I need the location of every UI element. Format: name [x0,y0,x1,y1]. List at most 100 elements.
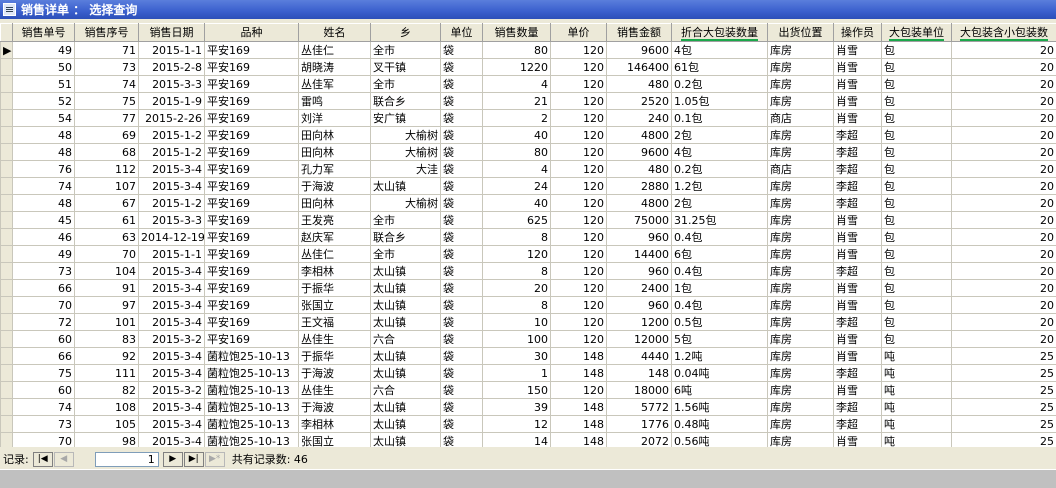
table-cell[interactable]: 2015-3-2 [139,331,205,348]
table-cell[interactable]: 4440 [607,348,672,365]
table-cell[interactable]: 库房 [768,127,834,144]
table-cell[interactable]: 吨 [882,416,952,433]
table-cell[interactable]: 包 [882,144,952,161]
column-header[interactable]: 乡 [371,24,441,42]
table-cell[interactable]: 148 [551,348,607,365]
table-cell[interactable]: 包 [882,263,952,280]
table-cell[interactable]: 太山镇 [371,263,441,280]
table-cell[interactable]: 包 [882,314,952,331]
table-cell[interactable]: 69 [75,127,139,144]
table-cell[interactable]: 74 [13,178,75,195]
table-cell[interactable]: 田向林 [299,144,371,161]
table-cell[interactable]: 625 [483,212,551,229]
table-row[interactable]: 52752015-1-9平安169雷鸣联合乡袋2112025201.05包库房肖… [1,93,1056,110]
table-cell[interactable]: 20 [952,297,1056,314]
table-cell[interactable]: 9600 [607,42,672,59]
table-cell[interactable]: 0.04吨 [672,365,768,382]
record-selector[interactable] [1,263,13,280]
table-cell[interactable]: 包 [882,59,952,76]
table-row[interactable]: 741072015-3-4平安169于海波太山镇袋2412028801.2包库房… [1,178,1056,195]
table-cell[interactable]: 480 [607,76,672,93]
table-cell[interactable]: 2015-1-1 [139,246,205,263]
table-cell[interactable]: 111 [75,365,139,382]
table-cell[interactable]: 联合乡 [371,229,441,246]
table-cell[interactable]: 李相林 [299,263,371,280]
table-cell[interactable]: 大榆树 [371,195,441,212]
table-cell[interactable]: 丛佳仁 [299,246,371,263]
table-cell[interactable]: 1220 [483,59,551,76]
table-row[interactable]: 731052015-3-4菌粒饱25-10-13李相林太山镇袋121481776… [1,416,1056,433]
last-record-icon[interactable]: ▶| [184,452,204,467]
table-cell[interactable]: 吨 [882,348,952,365]
table-cell[interactable]: 60 [13,382,75,399]
column-header[interactable]: 大包装含小包装数 [952,24,1056,42]
table-cell[interactable]: 库房 [768,416,834,433]
first-record-icon[interactable]: |◀ [33,452,53,467]
table-cell[interactable]: 70 [13,433,75,448]
table-cell[interactable]: 李超 [834,127,882,144]
record-selector[interactable] [1,144,13,161]
table-cell[interactable]: 10 [483,314,551,331]
table-cell[interactable]: 20 [952,144,1056,161]
record-selector[interactable] [1,382,13,399]
table-cell[interactable]: 六合 [371,382,441,399]
table-cell[interactable]: 于振华 [299,348,371,365]
table-cell[interactable]: 60 [13,331,75,348]
record-selector[interactable] [1,110,13,127]
table-cell[interactable]: 18000 [607,382,672,399]
table-cell[interactable]: 120 [551,178,607,195]
table-cell[interactable]: 20 [952,246,1056,263]
table-cell[interactable]: 48 [13,144,75,161]
table-cell[interactable]: 70 [13,297,75,314]
table-cell[interactable]: 太山镇 [371,433,441,448]
current-record-field[interactable]: 1 [95,452,159,467]
table-cell[interactable]: 2015-3-4 [139,365,205,382]
table-cell[interactable]: 丛佳军 [299,76,371,93]
table-cell[interactable]: 王文福 [299,314,371,331]
table-cell[interactable]: 2520 [607,93,672,110]
table-row[interactable]: 761122015-3-4平安169孔力军大洼袋41204800.2包商店李超包… [1,161,1056,178]
table-cell[interactable]: 101 [75,314,139,331]
table-cell[interactable]: 李超 [834,365,882,382]
table-cell[interactable]: 40 [483,127,551,144]
table-cell[interactable]: 2015-3-4 [139,178,205,195]
record-selector[interactable] [1,178,13,195]
table-cell[interactable]: 大洼 [371,161,441,178]
table-row[interactable]: 46632014-12-19平安169赵庆军联合乡袋81209600.4包库房肖… [1,229,1056,246]
table-cell[interactable]: 80 [483,42,551,59]
table-cell[interactable]: 肖雪 [834,297,882,314]
table-cell[interactable]: 73 [13,416,75,433]
table-cell[interactable]: 张国立 [299,297,371,314]
table-cell[interactable]: 平安169 [205,110,299,127]
table-cell[interactable]: 120 [483,246,551,263]
record-selector[interactable] [1,314,13,331]
table-cell[interactable]: 2015-3-4 [139,314,205,331]
table-cell[interactable]: 74 [75,76,139,93]
table-cell[interactable]: 肖雪 [834,382,882,399]
record-selector[interactable] [1,212,13,229]
new-record-icon[interactable]: ▶* [205,452,225,467]
table-cell[interactable]: 120 [551,59,607,76]
table-cell[interactable]: 孔力军 [299,161,371,178]
table-cell[interactable]: 库房 [768,178,834,195]
table-cell[interactable]: 包 [882,110,952,127]
table-cell[interactable]: 平安169 [205,42,299,59]
current-record-indicator[interactable]: ▶ [1,42,13,59]
table-cell[interactable]: 赵庆军 [299,229,371,246]
table-cell[interactable]: 960 [607,297,672,314]
table-cell[interactable]: 平安169 [205,59,299,76]
table-cell[interactable]: 25 [952,416,1056,433]
table-cell[interactable]: 14 [483,433,551,448]
table-cell[interactable]: 库房 [768,195,834,212]
table-cell[interactable]: 袋 [441,127,483,144]
table-cell[interactable]: 2014-12-19 [139,229,205,246]
table-cell[interactable]: 大榆树 [371,127,441,144]
table-cell[interactable]: 2015-1-2 [139,195,205,212]
table-cell[interactable]: 库房 [768,263,834,280]
table-cell[interactable]: 袋 [441,161,483,178]
table-cell[interactable]: 包 [882,331,952,348]
table-cell[interactable]: 148 [551,399,607,416]
table-cell[interactable]: 2400 [607,280,672,297]
column-header[interactable]: 销售序号 [75,24,139,42]
table-cell[interactable]: 平安169 [205,229,299,246]
